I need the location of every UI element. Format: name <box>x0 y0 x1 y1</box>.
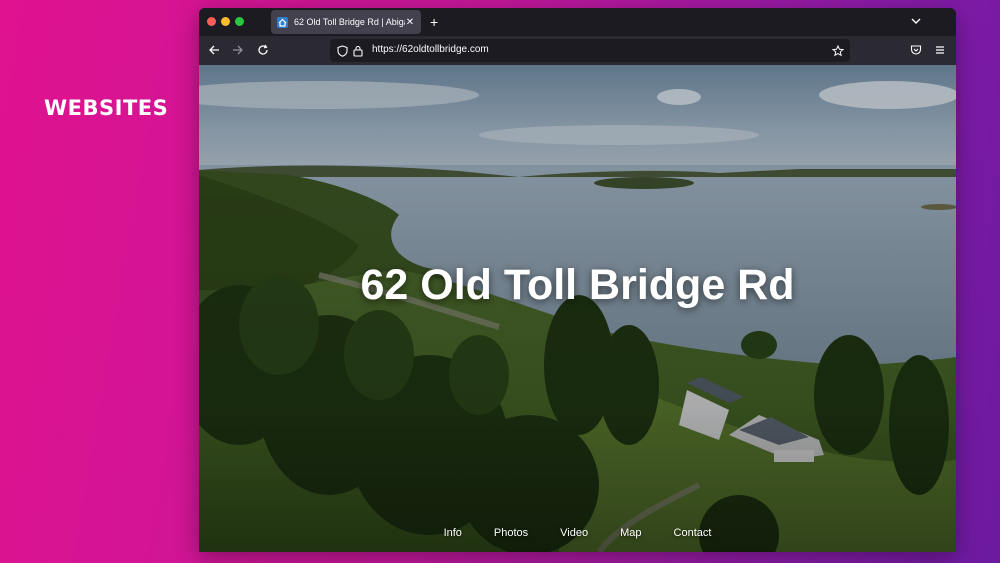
nav-link-video[interactable]: Video <box>560 527 588 539</box>
star-icon[interactable] <box>831 44 845 62</box>
tab-title: 62 Old Toll Bridge Rd | Abigail C <box>294 17 405 27</box>
slide-background: WEBSITES 62 Old Toll Bridge Rd | Abigail… <box>0 0 1000 563</box>
hero-title: 62 Old Toll Bridge Rd <box>360 261 795 309</box>
hamburger-menu-icon[interactable] <box>933 43 947 57</box>
browser-window: 62 Old Toll Bridge Rd | Abigail C ✕ + <box>199 8 956 552</box>
pocket-icon[interactable] <box>909 43 923 57</box>
nav-link-info[interactable]: Info <box>444 527 462 539</box>
nav-link-photos[interactable]: Photos <box>494 527 528 539</box>
active-tab[interactable]: 62 Old Toll Bridge Rd | Abigail C ✕ <box>271 10 421 34</box>
nav-link-contact[interactable]: Contact <box>674 527 712 539</box>
plus-icon[interactable]: + <box>430 12 438 32</box>
web-page: 62 Old Toll Bridge Rd Info Photos Video … <box>199 65 956 552</box>
close-window-button[interactable] <box>207 17 216 26</box>
minimize-window-button[interactable] <box>221 17 230 26</box>
shield-icon[interactable] <box>337 44 348 62</box>
url-text: https://62oldtollbridge.com <box>372 44 489 55</box>
house-logo-icon <box>277 16 288 28</box>
lock-icon[interactable] <box>353 44 363 62</box>
zoom-window-button[interactable] <box>235 17 244 26</box>
close-icon[interactable]: ✕ <box>405 17 415 28</box>
forward-arrow-icon[interactable] <box>231 43 245 57</box>
tab-bar: 62 Old Toll Bridge Rd | Abigail C ✕ + <box>199 8 956 36</box>
site-navigation: Info Photos Video Map Contact <box>199 527 956 539</box>
navigation-toolbar: https://62oldtollbridge.com <box>199 36 956 65</box>
nav-link-map[interactable]: Map <box>620 527 641 539</box>
back-arrow-icon[interactable] <box>207 43 221 57</box>
chevron-down-icon[interactable] <box>910 14 922 32</box>
address-bar[interactable]: https://62oldtollbridge.com <box>330 39 850 62</box>
section-label: WEBSITES <box>44 96 169 120</box>
reload-icon[interactable] <box>256 43 270 57</box>
